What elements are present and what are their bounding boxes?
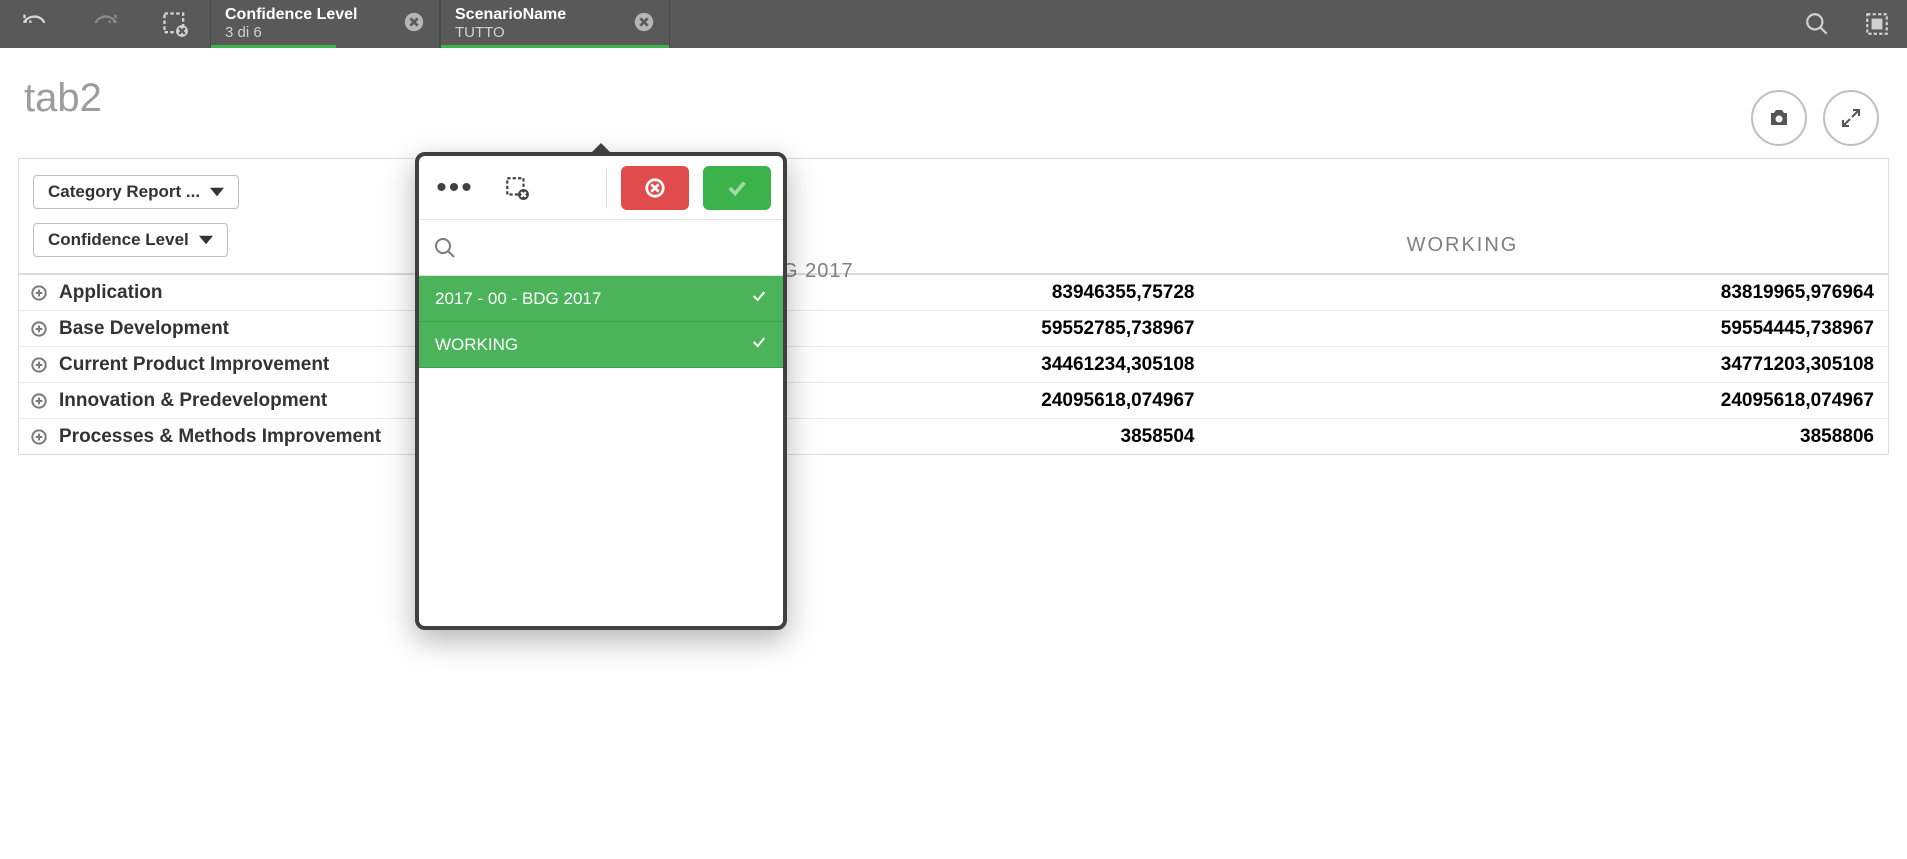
dropdown-label: Confidence Level [48,230,189,250]
sheet-title: tab2 [0,48,1907,121]
snapshot-button[interactable] [1751,90,1807,146]
popup-clear-selection-button[interactable] [493,175,541,201]
pivot-row[interactable]: Current Product Improvement 34461234,305… [19,346,1888,382]
expand-icon[interactable] [19,285,59,301]
expand-icon[interactable] [19,393,59,409]
pivot-row[interactable]: Innovation & Predevelopment 24095618,074… [19,382,1888,418]
popup-item[interactable]: WORKING [419,322,783,368]
pivot-container: Category Report ... Confidence Level WOR… [18,158,1889,455]
search-icon [433,236,457,260]
clear-all-selections-button[interactable] [140,10,210,38]
filter-pill-confidence-level[interactable]: Confidence Level 3 di 6 [210,0,440,48]
popup-item[interactable]: 2017 - 00 - BDG 2017 [419,276,783,322]
step-back-button[interactable] [0,10,70,38]
filter-title: Confidence Level [225,6,395,24]
category-report-dropdown[interactable]: Category Report ... [33,175,239,209]
column-header-working: WORKING [1051,234,1874,257]
clear-filter-icon[interactable] [633,11,655,38]
pivot-row[interactable]: Application 83946355,75728 83819965,9769… [19,274,1888,310]
filter-title: ScenarioName [455,6,625,24]
chevron-down-icon [199,233,213,247]
check-icon [751,288,767,309]
pivot-body: Application 83946355,75728 83819965,9769… [19,274,1888,454]
fullscreen-button[interactable] [1823,90,1879,146]
pivot-dimension-bar: Category Report ... Confidence Level WOR… [19,159,1888,274]
popup-search-input[interactable] [419,220,783,276]
filter-pill-scenario-name[interactable]: ScenarioName TUTTO [440,0,670,48]
pivot-row[interactable]: Base Development 59552785,738967 5955444… [19,310,1888,346]
clear-filter-icon[interactable] [403,11,425,38]
filter-progress-strip [211,45,336,48]
row-value-2: 59554445,738967 [1209,318,1889,340]
filter-value: TUTTO [455,24,625,42]
chevron-down-icon [210,185,224,199]
selections-tool-button[interactable] [1847,0,1907,48]
expand-icon[interactable] [19,357,59,373]
confidence-level-dropdown[interactable]: Confidence Level [33,223,228,257]
popup-confirm-button[interactable] [703,166,771,210]
popup-item-label: WORKING [435,335,518,355]
column-header-bdg-partial: G 2017 [782,260,854,283]
row-value-2: 3858806 [1209,426,1889,448]
filter-progress-strip [441,45,669,48]
row-value-2: 24095618,074967 [1209,390,1889,412]
popup-item-label: 2017 - 00 - BDG 2017 [435,289,601,309]
pivot-row[interactable]: Processes & Methods Improvement 3858504 … [19,418,1888,454]
step-forward-button[interactable] [70,10,140,38]
top-toolbar: Confidence Level 3 di 6 ScenarioName TUT… [0,0,1907,48]
popup-cancel-button[interactable] [621,166,689,210]
dropdown-label: Category Report ... [48,182,200,202]
global-search-button[interactable] [1787,0,1847,48]
popup-list: 2017 - 00 - BDG 2017 WORKING [419,276,783,626]
popup-toolbar: ••• [419,156,783,220]
filter-value: 3 di 6 [225,24,395,42]
history-group [0,0,210,48]
check-icon [751,334,767,355]
expand-icon[interactable] [19,321,59,337]
popup-more-button[interactable]: ••• [431,171,479,205]
selection-popup: ••• 2017 - 00 - BDG 2017 [415,152,787,630]
row-value-2: 34771203,305108 [1209,354,1889,376]
sheet-actions [1751,90,1879,146]
row-value-2: 83819965,976964 [1209,282,1889,304]
popup-caret-icon [592,143,610,152]
expand-icon[interactable] [19,429,59,445]
